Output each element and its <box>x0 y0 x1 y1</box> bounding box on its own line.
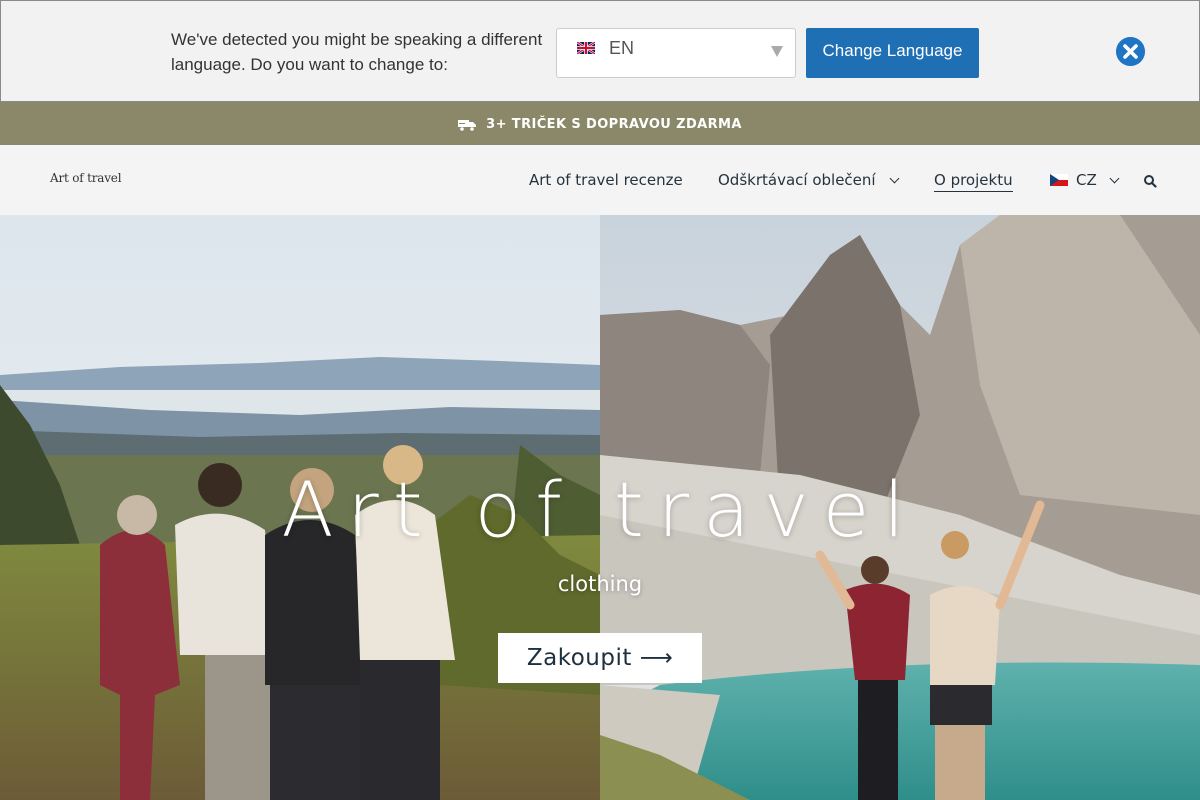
czech-flag-icon <box>1050 174 1068 186</box>
dropdown-caret-icon <box>771 46 783 57</box>
nav-item-about[interactable]: O projektu <box>934 171 1013 192</box>
chevron-down-icon <box>889 173 900 184</box>
hero-subtitle: clothing <box>557 572 643 596</box>
buy-button[interactable]: Zakoupit ⟶ <box>498 633 702 683</box>
nav-item-reviews[interactable]: Art of travel recenze <box>529 171 683 189</box>
close-icon[interactable] <box>1116 37 1145 66</box>
promo-text: 3+ TRIČEK S DOPRAVOU ZDARMA <box>486 117 742 132</box>
site-logo[interactable]: Art of travel <box>50 171 122 185</box>
search-icon[interactable] <box>1143 174 1157 188</box>
site-header: Art of travel Art of travel recenze Odšk… <box>0 145 1200 215</box>
nav-item-label: Art of travel recenze <box>529 171 683 189</box>
hero-title: Art of travel <box>281 465 919 554</box>
nav-item-label: Odškrtávací oblečení <box>718 171 876 189</box>
truck-icon <box>458 119 477 131</box>
nav-item-label: CZ <box>1076 171 1097 189</box>
language-banner: We've detected you might be speaking a d… <box>0 0 1200 102</box>
change-language-button[interactable]: Change Language <box>806 28 979 78</box>
hero-section: Art of travel clothing Zakoupit ⟶ <box>0 215 1200 800</box>
nav-item-clothing[interactable]: Odškrtávací oblečení <box>718 171 900 189</box>
selected-language: EN <box>609 37 635 58</box>
language-banner-message: We've detected you might be speaking a d… <box>171 30 543 74</box>
uk-flag-icon <box>577 42 595 54</box>
nav-item-language[interactable]: CZ <box>1050 171 1119 189</box>
nav-item-label: O projektu <box>934 171 1013 189</box>
language-select[interactable]: EN <box>556 28 796 78</box>
chevron-down-icon <box>1109 173 1119 184</box>
promo-bar: 3+ TRIČEK S DOPRAVOU ZDARMA <box>0 102 1200 145</box>
